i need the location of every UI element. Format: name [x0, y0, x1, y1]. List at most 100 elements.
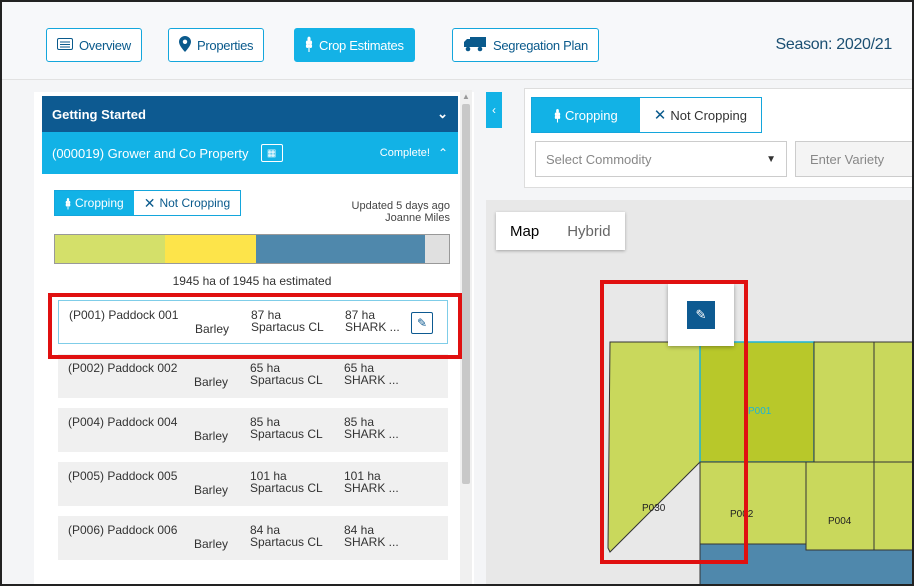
crop-estimates-label: Crop Estimates	[319, 37, 404, 53]
property-header[interactable]: (000019) Grower and Co Property ▦ Comple…	[42, 132, 458, 174]
wheat-icon	[305, 36, 313, 55]
chevron-up-icon: ⌃	[437, 146, 448, 160]
overview-label: Overview	[79, 37, 131, 53]
map-cropping-label: Cropping	[565, 107, 618, 123]
paddock-crop: Barley	[194, 375, 229, 389]
collapse-panel-button[interactable]: ‹	[486, 92, 502, 128]
paddock-p001-shape[interactable]	[699, 341, 815, 463]
paddock-row[interactable]: (P002) Paddock 002 Barley 65 ha Spartacus C…	[58, 354, 448, 398]
scrollbar[interactable]: ▲	[460, 90, 472, 584]
map-cropping-tab[interactable]: Cropping	[532, 98, 640, 132]
paddock-south-shape[interactable]	[699, 543, 914, 586]
map-edit-button[interactable]: ✎	[687, 301, 715, 329]
overview-button[interactable]: Overview	[46, 28, 142, 62]
paddock-far-east-shape[interactable]	[873, 341, 914, 551]
caret-down-icon: ▼	[766, 153, 776, 165]
paddock-label-p002: P002	[730, 509, 754, 520]
paddock-crop: Barley	[194, 537, 229, 551]
paddock-segregation: SHARK ...	[345, 320, 400, 334]
map-cropping-toggle: Cropping ✕ Not Cropping	[531, 97, 762, 133]
updated-info: Updated 5 days ago Joanne Miles	[350, 200, 450, 224]
getting-started-label: Getting Started	[52, 106, 146, 122]
paddock-variety: Spartacus CL	[250, 535, 323, 549]
map-button[interactable]: Map	[496, 212, 553, 250]
truck-icon	[463, 36, 487, 55]
paddock-label-p030: P030	[642, 503, 666, 514]
map-edit-control: ✎	[668, 284, 734, 346]
edit-paddock-button[interactable]: ✎	[411, 312, 433, 334]
map-view[interactable]: P001 P030 P002 P004 Map Hybrid ✎	[486, 200, 914, 586]
properties-label: Properties	[197, 37, 254, 53]
top-navigation: Overview Properties Crop Estimates Segre…	[2, 2, 912, 80]
not-cropping-label: Not Cropping	[159, 196, 231, 210]
wheat-icon	[554, 108, 561, 122]
grid-icon[interactable]: ▦	[260, 144, 283, 162]
paddock-variety: Spartacus CL	[250, 481, 323, 495]
paddock-variety: Spartacus CL	[251, 320, 324, 334]
paddock-segregation: SHARK ...	[344, 535, 399, 549]
variety-placeholder: Enter Variety	[810, 151, 885, 167]
map-pin-icon	[179, 35, 191, 55]
progress-segment	[55, 235, 166, 263]
properties-button[interactable]: Properties	[168, 28, 265, 62]
scroll-up-icon[interactable]: ▲	[462, 92, 470, 101]
season-label: Season: 2020/21	[775, 36, 893, 53]
hybrid-button[interactable]: Hybrid	[553, 212, 624, 250]
chevron-down-icon: ⌄	[437, 106, 448, 121]
cropping-tab[interactable]: Cropping	[55, 191, 134, 215]
paddock-row[interactable]: (P006) Paddock 006 Barley 84 ha Spartacus C…	[58, 516, 448, 560]
property-name: (000019) Grower and Co Property	[52, 145, 249, 161]
getting-started-header[interactable]: Getting Started ⌄	[42, 96, 458, 132]
crop-estimates-app: Overview Properties Crop Estimates Segre…	[0, 0, 914, 586]
paddock-name: (P004) Paddock 004	[68, 415, 178, 429]
estimate-summary: 1945 ha of 1945 ha estimated	[172, 274, 332, 288]
paddock-p004-shape[interactable]	[805, 461, 875, 551]
paddock-variety: Spartacus CL	[250, 427, 323, 441]
commodity-placeholder: Select Commodity	[546, 151, 652, 167]
cropping-toggle: Cropping ✕ Not Cropping	[54, 190, 242, 216]
pencil-icon: ✎	[416, 316, 428, 330]
estimate-progress-bar	[54, 234, 450, 264]
paddock-name: (P002) Paddock 002	[68, 361, 178, 375]
paddock-map[interactable]: P001 P030 P002 P004	[486, 200, 914, 586]
paddock-p002-shape[interactable]	[699, 461, 807, 545]
paddock-crop: Barley	[194, 483, 229, 497]
status-badge: Complete!	[379, 147, 430, 159]
map-type-control: Map Hybrid	[496, 212, 625, 250]
crop-estimates-button[interactable]: Crop Estimates	[294, 28, 415, 62]
map-not-cropping-tab[interactable]: ✕ Not Cropping	[639, 98, 761, 132]
updated-by: Joanne Miles	[385, 212, 450, 224]
paddock-name: (P005) Paddock 005	[68, 469, 178, 483]
scrollbar-thumb[interactable]	[462, 104, 470, 484]
not-cropping-tab[interactable]: ✕ Not Cropping	[133, 191, 241, 215]
paddock-segregation: SHARK ...	[344, 481, 399, 495]
variety-input[interactable]: Enter Variety	[795, 141, 912, 177]
commodity-select[interactable]: Select Commodity ▼	[535, 141, 787, 177]
map-not-cropping-label: Not Cropping	[670, 107, 747, 123]
paddock-label-p004: P004	[828, 516, 852, 527]
progress-segment	[165, 235, 256, 263]
chevron-left-icon: ‹	[492, 103, 496, 117]
paddock-variety: Spartacus CL	[250, 373, 323, 387]
paddock-row[interactable]: (P001) Paddock 001 Barley 87 ha Spartacus C…	[58, 300, 448, 344]
progress-segment	[255, 235, 426, 263]
segregation-plan-button[interactable]: Segregation Plan	[452, 28, 599, 62]
close-icon: ✕	[143, 194, 156, 211]
list-icon	[57, 37, 73, 53]
close-icon: ✕	[653, 107, 667, 124]
wheat-icon	[65, 197, 71, 209]
paddock-name: (P001) Paddock 001	[69, 308, 179, 322]
paddock-row[interactable]: (P005) Paddock 005 Barley 101 ha Spartacus …	[58, 462, 448, 506]
paddock-crop: Barley	[194, 429, 229, 443]
paddock-segregation: SHARK ...	[344, 373, 399, 387]
paddock-row[interactable]: (P004) Paddock 004 Barley 85 ha Spartacus C…	[58, 408, 448, 452]
paddock-name: (P006) Paddock 006	[68, 523, 178, 537]
paddock-crop: Barley	[195, 322, 230, 336]
map-toolbar: Cropping ✕ Not Cropping Select Commodity…	[524, 88, 912, 188]
paddock-east-shape[interactable]	[813, 341, 875, 463]
segregation-plan-label: Segregation Plan	[493, 37, 588, 53]
paddock-segregation: SHARK ...	[344, 427, 399, 441]
property-panel: Getting Started ⌄ (000019) Grower and Co…	[34, 92, 474, 584]
pencil-icon: ✎	[695, 307, 707, 322]
cropping-label: Cropping	[75, 196, 124, 210]
